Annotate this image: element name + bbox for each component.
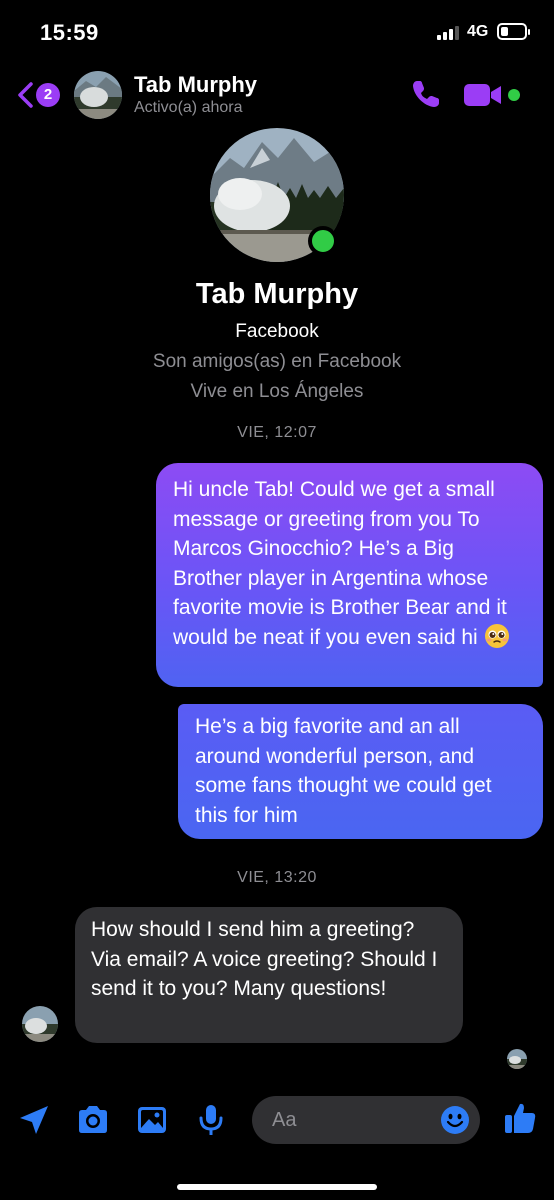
read-receipt-avatar xyxy=(507,1049,527,1069)
thumbs-up-icon[interactable] xyxy=(502,1100,538,1136)
message-text: Hi uncle Tab! Could we get a small messa… xyxy=(173,478,507,649)
chat-header: 2 Tab Murphy Activo(a) ahora xyxy=(0,64,554,126)
avatar[interactable] xyxy=(74,71,122,119)
message-timestamp: VIE, 12:07 xyxy=(237,424,317,441)
battery-icon xyxy=(497,23,530,40)
message-input-box[interactable] xyxy=(252,1096,480,1144)
pleading-face-emoji xyxy=(484,623,509,648)
outgoing-message[interactable]: He’s a big favorite and an all around wo… xyxy=(178,704,543,839)
message-text: He’s a big favorite and an all around wo… xyxy=(195,715,492,827)
outgoing-message[interactable]: Hi uncle Tab! Could we get a small messa… xyxy=(156,463,543,687)
location-arrow-icon[interactable] xyxy=(16,1102,52,1138)
microphone-icon[interactable] xyxy=(193,1102,229,1138)
home-indicator xyxy=(177,1184,377,1190)
profile-online-indicator xyxy=(308,226,338,256)
profile-location-text: Vive en Los Ángeles xyxy=(190,381,364,402)
contact-status: Activo(a) ahora xyxy=(134,99,243,116)
incoming-message[interactable]: How should I send him a greeting? Via em… xyxy=(75,907,463,1043)
contact-name[interactable]: Tab Murphy xyxy=(134,72,257,98)
message-composer xyxy=(0,1090,554,1150)
emoji-icon[interactable] xyxy=(440,1105,470,1135)
video-camera-icon[interactable] xyxy=(463,82,503,108)
image-icon[interactable] xyxy=(134,1102,170,1138)
message-timestamp: VIE, 13:20 xyxy=(237,869,317,886)
profile-friends-text: Son amigos(as) en Facebook xyxy=(152,351,402,372)
profile-name: Tab Murphy xyxy=(195,278,359,310)
sender-avatar[interactable] xyxy=(22,1006,58,1042)
online-indicator xyxy=(508,89,520,101)
signal-icon xyxy=(437,24,463,40)
camera-icon[interactable] xyxy=(75,1102,111,1138)
status-time: 15:59 xyxy=(40,20,99,45)
message-text: How should I send him a greeting? Via em… xyxy=(91,918,438,1000)
phone-icon[interactable] xyxy=(410,78,442,110)
profile-source: Facebook xyxy=(235,321,319,342)
network-label: 4G xyxy=(467,23,489,40)
message-input[interactable] xyxy=(272,1106,432,1134)
status-bar: 15:59 4G xyxy=(0,0,554,64)
unread-badge[interactable]: 2 xyxy=(36,83,60,107)
